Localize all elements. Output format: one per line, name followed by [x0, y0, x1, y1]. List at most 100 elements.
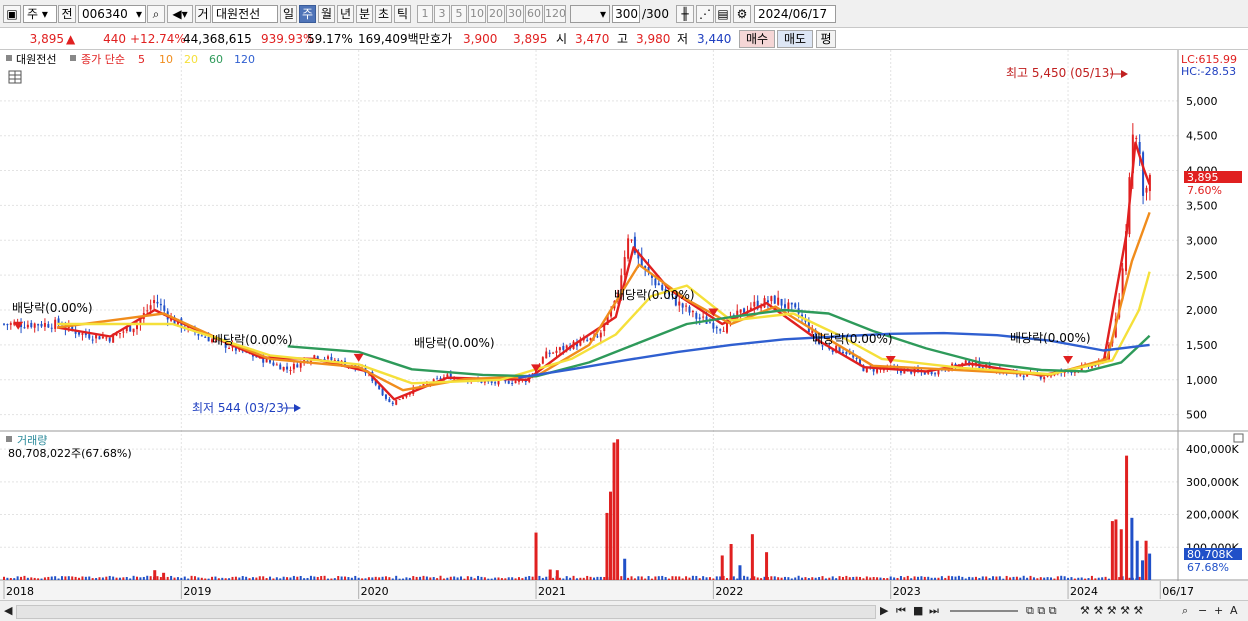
interval-button-0[interactable]: 1: [417, 5, 433, 23]
candle-body: [388, 399, 391, 403]
scroll-track[interactable]: [16, 605, 876, 619]
volume-bar: [146, 575, 149, 580]
candle-body: [760, 307, 763, 309]
zoom-in-icon[interactable]: +: [1214, 604, 1223, 618]
volume-bar: [326, 578, 329, 580]
indicator-icon[interactable]: ⋰: [696, 5, 714, 23]
speaker-icon[interactable]: ◀▾: [167, 5, 193, 23]
candle-body: [275, 364, 278, 366]
up-arrow-icon: ▲: [66, 32, 76, 46]
stock-name-field[interactable]: 대원전선: [212, 5, 278, 23]
scroll-left-icon[interactable]: ◀: [4, 604, 12, 618]
period-tab-1[interactable]: 주: [299, 5, 316, 23]
volume-bar: [1005, 575, 1008, 580]
volume-bar: [1070, 577, 1073, 580]
close-panel-icon[interactable]: [1233, 433, 1244, 443]
sell-button[interactable]: 매도: [777, 30, 813, 48]
volume-bar: [605, 512, 609, 580]
interval-button-5[interactable]: 30: [506, 5, 524, 23]
font-size-icon[interactable]: A: [1230, 604, 1238, 618]
volume-bar: [333, 578, 336, 580]
volume-bar: [593, 577, 596, 580]
volume-bar: [640, 576, 643, 580]
candle-body: [129, 326, 132, 332]
stock-code-input[interactable]: 006340 ▾: [78, 5, 146, 23]
forward-icon[interactable]: ⏭: [929, 604, 939, 618]
buy-button[interactable]: 매수: [739, 30, 775, 48]
market-type-select[interactable]: 주 ▾: [23, 5, 57, 23]
count-input[interactable]: 300: [612, 5, 640, 23]
interval-button-6[interactable]: 60: [525, 5, 543, 23]
volume-bar: [1022, 575, 1025, 580]
stock-chart[interactable]: 5001,0001,5002,0002,5003,0003,5004,0004,…: [0, 50, 1248, 600]
volume-bar: [773, 576, 776, 580]
volume-bar: [279, 578, 282, 580]
volume-bar: [534, 532, 538, 580]
zoom-slider[interactable]: [950, 610, 1018, 612]
period-tab-3[interactable]: 년: [337, 5, 354, 23]
volume-bar: [286, 577, 289, 580]
volume-bar: [173, 577, 176, 580]
volume-bar: [998, 576, 1001, 580]
time-axis-label: 2024: [1070, 585, 1098, 598]
volume-tick-label: 300,000K: [1186, 476, 1239, 489]
legend-box-icon[interactable]: [70, 55, 76, 61]
period-tab-0[interactable]: 일: [280, 5, 297, 23]
interval-button-7[interactable]: 120: [544, 5, 566, 23]
prev-button[interactable]: 전: [58, 5, 76, 23]
volume-bar: [538, 575, 541, 580]
volume-bar: [756, 577, 759, 580]
period-tab-6[interactable]: 틱: [394, 5, 411, 23]
scroll-right-icon[interactable]: ▶: [880, 604, 888, 618]
volume-bar: [340, 576, 343, 580]
volume-bar: [292, 575, 295, 580]
drawing-tools-icon[interactable]: ⚒ ⚒ ⚒ ⚒ ⚒: [1080, 604, 1143, 618]
volume-bar: [50, 576, 53, 580]
interval-custom-select[interactable]: ▾: [570, 5, 610, 23]
legend-box-icon[interactable]: [6, 55, 12, 61]
volume-bar: [777, 577, 780, 580]
volume-bar: [906, 575, 909, 580]
candle-body: [159, 303, 162, 306]
avg-button[interactable]: 평: [816, 30, 836, 48]
interval-button-2[interactable]: 5: [451, 5, 467, 23]
date-input[interactable]: 2024/06/17▦: [754, 5, 836, 23]
candle-type-icon[interactable]: ╫: [676, 5, 694, 23]
chart-layout-icon[interactable]: ▣: [3, 5, 21, 23]
volume-bar: [569, 577, 572, 580]
period-tab-2[interactable]: 월: [318, 5, 335, 23]
calendar-icon: ▦: [821, 22, 832, 23]
volume-legend-box-icon[interactable]: [6, 436, 12, 442]
view-mode-icon[interactable]: ⧉ ⧉ ⧉: [1026, 604, 1057, 618]
gear-icon[interactable]: ⚙: [733, 5, 751, 23]
dividend-label: 배당락(0.00%): [812, 332, 893, 346]
search-icon[interactable]: ⌕: [147, 5, 165, 23]
interval-button-3[interactable]: 10: [468, 5, 486, 23]
volume-bar: [1135, 540, 1139, 580]
period-tab-4[interactable]: 분: [356, 5, 373, 23]
interval-button-1[interactable]: 3: [434, 5, 450, 23]
volume-bar: [678, 576, 681, 580]
candle-body: [719, 329, 722, 331]
rewind-icon[interactable]: ⏮: [896, 604, 906, 618]
candle-body: [1043, 377, 1046, 380]
volume-bar: [783, 576, 786, 580]
volume-bar: [459, 576, 462, 580]
volume-bar: [787, 577, 790, 580]
period-tab-5[interactable]: 초: [375, 5, 392, 23]
volume-bar: [964, 578, 967, 580]
stop-icon[interactable]: ■: [913, 604, 923, 618]
volume-bar: [1036, 578, 1039, 580]
zoom-search-icon[interactable]: ⌕: [1182, 604, 1188, 618]
volume-bar: [402, 578, 405, 580]
price-tick-label: 3,000: [1186, 234, 1218, 247]
volume-bar: [1148, 553, 1152, 580]
volume-bar: [306, 577, 309, 580]
volume-bar: [937, 577, 940, 580]
volume-bar: [633, 578, 636, 580]
zoom-out-icon[interactable]: −: [1198, 604, 1207, 618]
interval-button-4[interactable]: 20: [487, 5, 505, 23]
candle-body: [934, 373, 937, 375]
save-icon[interactable]: ▤: [715, 5, 731, 23]
gu-button[interactable]: 거: [195, 5, 211, 23]
